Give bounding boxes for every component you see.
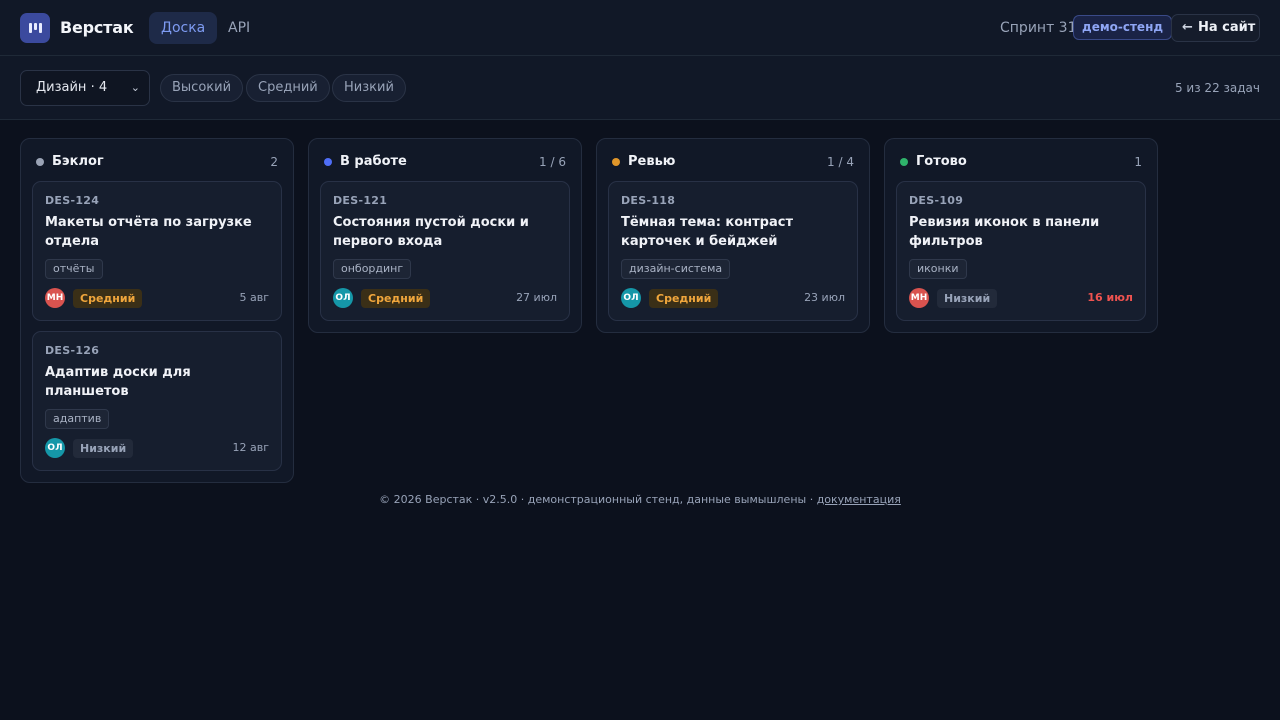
column-title: Готово xyxy=(916,154,967,169)
status-dot xyxy=(36,158,44,166)
task-title: Макеты отчёта по загрузке отдела xyxy=(45,215,252,249)
priority-badge: Низкий xyxy=(937,289,998,308)
task-title: Адаптив доски для планшетов xyxy=(45,365,191,399)
status-dot xyxy=(900,158,908,166)
task-footer: ОЛ Средний 27 июл xyxy=(333,288,557,310)
column-count: 2 xyxy=(270,155,278,169)
due-date: 12 авг xyxy=(232,441,270,454)
task-card[interactable]: DES-109 Ревизия иконок в панели фильтров и… xyxy=(896,181,1146,321)
arrow-left-icon: ← xyxy=(1182,20,1193,35)
column-header: Бэклог 2 xyxy=(21,139,293,181)
priority-badge: Средний xyxy=(649,289,719,308)
avatar[interactable]: МН xyxy=(909,288,929,308)
column-3: Готово 1 DES-109 Ревизия иконок в панели фи… xyxy=(884,138,1158,333)
task-footer: ОЛ Низкий 12 авг xyxy=(45,438,269,460)
column-2: Ревью 1 / 4 DES-118 Тёмная тема: контраст к… xyxy=(596,138,870,333)
task-tag[interactable]: отчёты xyxy=(45,259,103,279)
project-select-value: Дизайн · 4 xyxy=(36,80,108,95)
column-title: Бэклог xyxy=(52,154,104,169)
task-tag[interactable]: адаптив xyxy=(45,409,110,429)
due-date: 5 авг xyxy=(239,291,270,304)
column-count: 1 / 4 xyxy=(827,155,854,169)
status-dot xyxy=(612,158,620,166)
filter-chip-medium[interactable]: Средний xyxy=(246,74,330,102)
env-badge: демо-стенд xyxy=(1073,15,1173,40)
task-title: Тёмная тема: контраст карточек и бейджей xyxy=(621,215,794,249)
due-date: 23 июл xyxy=(804,291,845,304)
priority-badge: Средний xyxy=(361,289,431,308)
avatar[interactable]: ОЛ xyxy=(621,288,641,308)
top-bar: Верстак Доска API Спринт 31 демо-стенд ←… xyxy=(0,0,1280,56)
footer-text: © 2026 Верстак · v2.5.0 · демонстрационн… xyxy=(379,493,817,506)
task-card[interactable]: DES-121 Состояния пустой доски и первого … xyxy=(320,181,570,321)
task-title: Состояния пустой доски и первого входа xyxy=(333,215,529,249)
column-0: Бэклог 2 DES-124 Макеты отчёта по загрузке … xyxy=(20,138,294,483)
due-date: 27 июл xyxy=(516,291,557,304)
priority-badge: Средний xyxy=(73,289,143,308)
back-to-site-button[interactable]: ← На сайт xyxy=(1171,14,1260,42)
due-date: 16 июл xyxy=(1087,291,1133,304)
column-title: В работе xyxy=(340,154,407,169)
task-counter: 5 из 22 задач xyxy=(1174,81,1260,95)
task-card[interactable]: DES-124 Макеты отчёта по загрузке отдела о… xyxy=(32,181,282,321)
tab-api[interactable]: API xyxy=(216,12,262,44)
task-id: DES-109 xyxy=(909,194,964,207)
task-id: DES-124 xyxy=(45,194,100,207)
footer: © 2026 Верстак · v2.5.0 · демонстрационн… xyxy=(0,493,1280,506)
task-tag[interactable]: иконки xyxy=(909,259,967,279)
board-logo-icon[interactable] xyxy=(20,13,50,43)
task-id: DES-121 xyxy=(333,194,388,207)
sprint-label: Спринт 31 xyxy=(1000,20,1077,36)
task-footer: МН Средний 5 авг xyxy=(45,288,269,310)
filter-chip-high[interactable]: Высокий xyxy=(160,74,244,102)
column-header: В работе 1 / 6 xyxy=(309,139,581,181)
task-card[interactable]: DES-126 Адаптив доски для планшетов адапти… xyxy=(32,331,282,471)
column-count: 1 xyxy=(1134,155,1142,169)
filter-bar: Дизайн · 4 ⌄ Высокий Средний Низкий 5 из… xyxy=(0,56,1280,120)
task-footer: МН Низкий 16 июл xyxy=(909,288,1133,310)
task-tag[interactable]: онбординг xyxy=(333,259,412,279)
avatar[interactable]: ОЛ xyxy=(333,288,353,308)
task-id: DES-126 xyxy=(45,344,100,357)
avatar[interactable]: ОЛ xyxy=(45,438,65,458)
avatar[interactable]: МН xyxy=(45,288,65,308)
brand-name[interactable]: Верстак xyxy=(60,18,134,37)
column-1: В работе 1 / 6 DES-121 Состояния пустой дос… xyxy=(308,138,582,333)
column-header: Ревью 1 / 4 xyxy=(597,139,869,181)
column-header: Готово 1 xyxy=(885,139,1157,181)
task-id: DES-118 xyxy=(621,194,676,207)
task-title: Ревизия иконок в панели фильтров xyxy=(909,215,1100,249)
back-to-site-label: На сайт xyxy=(1198,20,1256,35)
task-card[interactable]: DES-118 Тёмная тема: контраст карточек и … xyxy=(608,181,858,321)
task-tag[interactable]: дизайн-система xyxy=(621,259,731,279)
docs-link[interactable]: документация xyxy=(817,493,901,506)
task-footer: ОЛ Средний 23 июл xyxy=(621,288,845,310)
project-select[interactable]: Дизайн · 4 ⌄ xyxy=(20,70,150,106)
filter-chip-low[interactable]: Низкий xyxy=(332,74,406,102)
status-dot xyxy=(324,158,332,166)
column-title: Ревью xyxy=(628,154,676,169)
column-count: 1 / 6 xyxy=(539,155,566,169)
chevron-down-icon: ⌄ xyxy=(130,81,140,94)
priority-badge: Низкий xyxy=(73,439,134,458)
tab-board[interactable]: Доска xyxy=(149,12,218,44)
